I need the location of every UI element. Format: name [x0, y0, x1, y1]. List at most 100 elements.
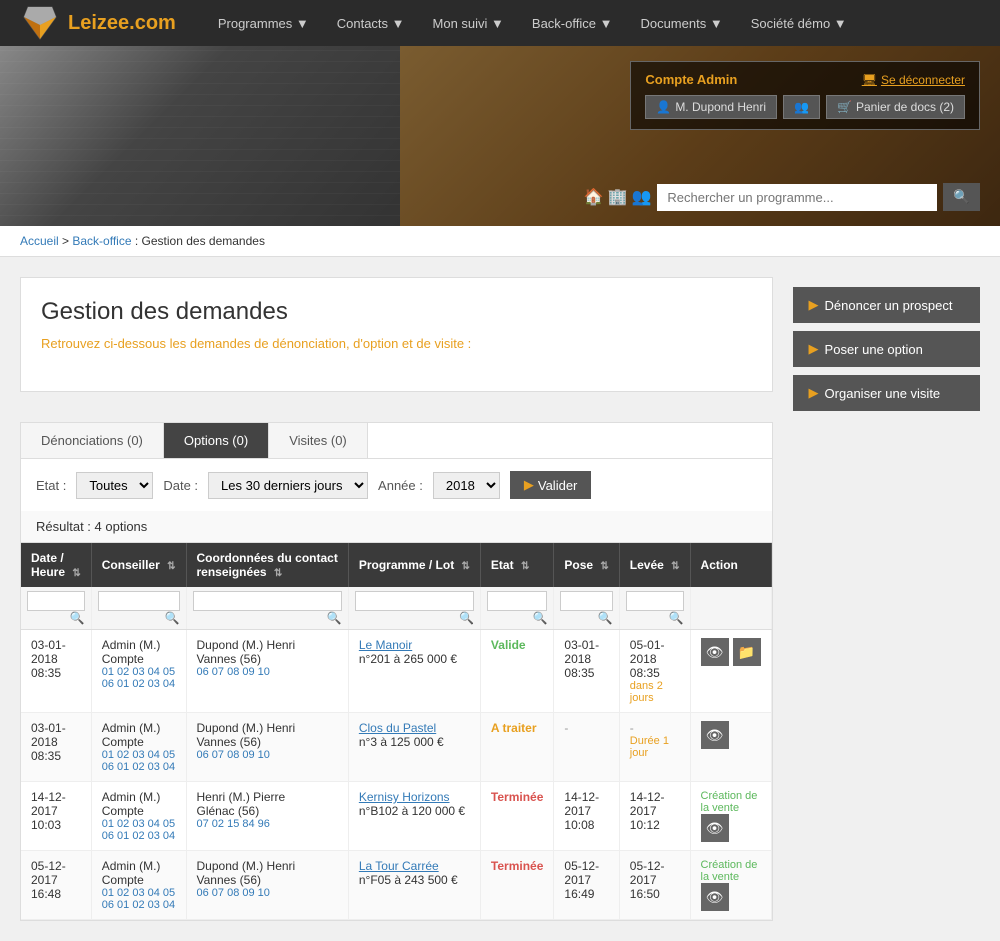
filter-etat-input[interactable] — [487, 591, 547, 611]
breadcrumb: Accueil > Back-office : Gestion des dema… — [0, 226, 1000, 257]
contact-city: Vannes (56) — [197, 652, 338, 666]
programme-link[interactable]: Le Manoir — [359, 638, 470, 652]
programme-link[interactable]: Kernisy Horizons — [359, 790, 470, 804]
search-filter-icon7[interactable]: 🔍 — [669, 611, 684, 625]
search-filter-icon6[interactable]: 🔍 — [598, 611, 613, 625]
contact-city: Vannes (56) — [197, 873, 338, 887]
th-programme[interactable]: Programme / Lot ⇅ — [348, 543, 480, 587]
nav-mon-suivi[interactable]: Mon suivi ▼ — [421, 0, 516, 46]
nav-items: Programmes ▼ Contacts ▼ Mon suivi ▼ Back… — [206, 0, 859, 46]
date-select[interactable]: Les 30 derniers jours — [208, 472, 368, 499]
cell-date: 14-12-201710:03 — [21, 782, 91, 851]
nav-programmes[interactable]: Programmes ▼ — [206, 0, 321, 46]
content-panel: Gestion des demandes Retrouvez ci-dessou… — [20, 277, 773, 392]
filter-conseiller-input[interactable] — [98, 591, 180, 611]
filter-pose-input[interactable] — [560, 591, 612, 611]
view-button[interactable]: 👁 — [701, 721, 729, 749]
th-levee[interactable]: Levée ⇅ — [619, 543, 690, 587]
annee-select[interactable]: 2018 — [433, 472, 500, 499]
denoncer-arrow-icon: ▶ — [809, 297, 819, 313]
action-box: ▶ Dénoncer un prospect ▶ Poser une optio… — [793, 287, 980, 411]
search-filter-icon2[interactable]: 🔍 — [165, 611, 180, 625]
hero-keyboard-image — [0, 46, 400, 226]
cell-pose: 05-12-2017 16:49 — [554, 851, 619, 920]
cell-levee: 14-12-2017 10:12 — [619, 782, 690, 851]
search-filter-icon[interactable]: 🔍 — [70, 611, 85, 625]
th-conseiller[interactable]: Conseiller ⇅ — [91, 543, 186, 587]
breadcrumb-sep1: > — [62, 234, 72, 248]
logo[interactable]: Leizee.com — [20, 5, 176, 41]
search-filter-icon3[interactable]: 🔍 — [327, 611, 342, 625]
page-title: Gestion des demandes — [41, 298, 752, 326]
levee-value: 14-12-2017 10:12 — [630, 790, 680, 832]
lot-value: n°3 à 125 000 € — [359, 735, 444, 749]
date-value: 03-01-2018 — [31, 721, 81, 749]
cell-action-wrapper: Création de la vente👁 — [701, 790, 761, 842]
conseiller-name: Admin (M.) Compte — [102, 859, 176, 887]
levee-value: 05-01-2018 08:35 — [630, 638, 680, 680]
search-input[interactable] — [657, 184, 937, 211]
action-icons: 👁 — [701, 721, 761, 749]
table-row: 03-01-201808:35Admin (M.) Compte01 02 03… — [21, 630, 771, 713]
nav-societe[interactable]: Société démo ▼ — [739, 0, 859, 46]
cell-levee: 05-12-2017 16:50 — [619, 851, 690, 920]
filter-contact-input[interactable] — [193, 591, 342, 611]
contact-phones: 07 02 15 84 96 — [197, 818, 338, 830]
monitor-icon: 🖥 — [862, 73, 877, 87]
contact-phones: 06 07 08 09 10 — [197, 749, 338, 761]
cell-pose: 14-12-2017 10:08 — [554, 782, 619, 851]
search-filter-icon5[interactable]: 🔍 — [532, 611, 547, 625]
search-button[interactable]: 🔍 — [943, 183, 980, 211]
nav-documents[interactable]: Documents ▼ — [628, 0, 734, 46]
results-count: Résultat : 4 options — [36, 519, 147, 534]
table-row: 03-01-201808:35Admin (M.) Compte01 02 03… — [21, 713, 771, 782]
tab-options[interactable]: Options (0) — [164, 423, 269, 458]
conseiller-phones: 01 02 03 04 0506 01 02 03 04 — [102, 749, 176, 773]
valider-button[interactable]: ▶ Valider — [510, 471, 592, 499]
table-header-row: Date /Heure ⇅ Conseiller ⇅ Coordonnées d… — [21, 543, 771, 587]
th-etat[interactable]: Etat ⇅ — [480, 543, 553, 587]
th-date[interactable]: Date /Heure ⇅ — [21, 543, 91, 587]
denoncer-button[interactable]: ▶ Dénoncer un prospect — [793, 287, 980, 323]
nav-back-office[interactable]: Back-office ▼ — [520, 0, 625, 46]
option-arrow-icon: ▶ — [809, 341, 819, 357]
option-button[interactable]: ▶ Poser une option — [793, 331, 980, 367]
th-contact[interactable]: Coordonnées du contactrenseignées ⇅ — [186, 543, 348, 587]
lot-value: n°B102 à 120 000 € — [359, 804, 465, 818]
etat-select[interactable]: Toutes — [76, 472, 153, 499]
view-button[interactable]: 👁 — [701, 814, 729, 842]
folder-button[interactable]: 📁 — [733, 638, 761, 666]
tab-visites[interactable]: Visites (0) — [269, 423, 368, 458]
tab-denonciations[interactable]: Dénonciations (0) — [21, 423, 164, 458]
user-button[interactable]: 👤 M. Dupond Henri — [645, 95, 777, 119]
home-icon: 🏠 — [584, 187, 604, 207]
panier-button[interactable]: 🛒 Panier de docs (2) — [826, 95, 965, 119]
cell-action: 👁📁 — [690, 630, 771, 713]
cell-date: 03-01-201808:35 — [21, 713, 91, 782]
cell-action-wrapper: Création de la vente👁 — [701, 859, 761, 911]
table-body: 03-01-201808:35 Admin (M.) Compte 01 02 03… — [21, 630, 771, 920]
view-button[interactable]: 👁 — [701, 638, 729, 666]
th-pose[interactable]: Pose ⇅ — [554, 543, 619, 587]
breadcrumb-home[interactable]: Accueil — [20, 234, 59, 248]
breadcrumb-section[interactable]: Back-office — [72, 234, 131, 248]
heure-value: 10:03 — [31, 818, 81, 832]
contacts-button[interactable]: 👥 — [783, 95, 820, 119]
filter-pose: 🔍 — [554, 587, 619, 630]
filter-levee-input[interactable] — [626, 591, 684, 611]
filter-date-input[interactable] — [27, 591, 85, 611]
programme-link[interactable]: La Tour Carrée — [359, 859, 470, 873]
filter-programme-input[interactable] — [355, 591, 474, 611]
search-filter-icon4[interactable]: 🔍 — [459, 611, 474, 625]
heure-value: 16:48 — [31, 887, 81, 901]
visite-button[interactable]: ▶ Organiser une visite — [793, 375, 980, 411]
building-icon: 🏢 — [608, 187, 628, 207]
view-button[interactable]: 👁 — [701, 883, 729, 911]
deconnect-link[interactable]: 🖥 Se déconnecter — [862, 73, 965, 87]
nav-contacts[interactable]: Contacts ▼ — [325, 0, 417, 46]
cell-levee: -Durée 1 jour — [619, 713, 690, 782]
programme-link[interactable]: Clos du Pastel — [359, 721, 470, 735]
main-container: Gestion des demandes Retrouvez ci-dessou… — [0, 257, 1000, 941]
search-icons: 🏠 🏢 👥 — [584, 187, 652, 207]
contact-phones: 06 07 08 09 10 — [197, 666, 338, 678]
